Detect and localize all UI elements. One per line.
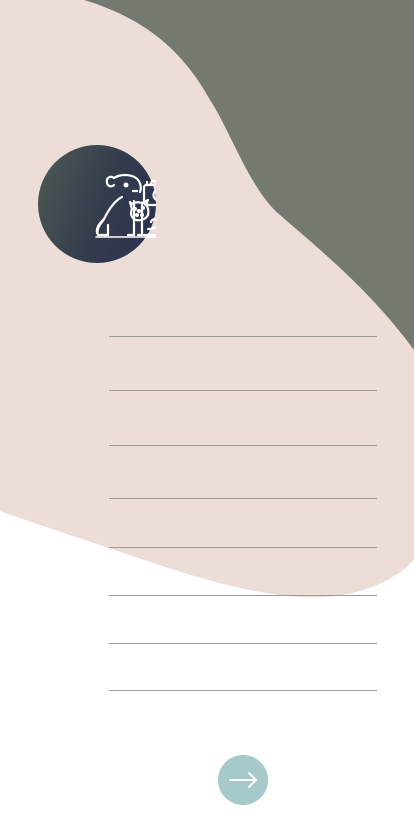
input-underline xyxy=(109,445,377,446)
form-field-8[interactable] xyxy=(109,651,377,691)
input-underline xyxy=(109,498,377,499)
next-button[interactable] xyxy=(218,755,268,805)
input-underline xyxy=(109,643,377,644)
arrow-right-icon xyxy=(229,772,257,788)
input-underline xyxy=(109,690,377,691)
text-input-4[interactable] xyxy=(109,469,377,499)
input-underline xyxy=(109,595,377,596)
input-underline xyxy=(109,390,377,391)
input-underline xyxy=(109,336,377,337)
registration-screen xyxy=(0,0,414,840)
text-input-3[interactable] xyxy=(109,416,377,446)
dog-cat-camera-icon xyxy=(95,173,156,238)
form-field-5[interactable] xyxy=(109,508,377,548)
form-field-7[interactable] xyxy=(109,604,377,644)
text-input-5[interactable] xyxy=(109,518,377,548)
text-input-2[interactable] xyxy=(109,361,377,391)
text-input-6[interactable] xyxy=(109,566,377,596)
text-input-8[interactable] xyxy=(109,661,377,691)
form-field-4[interactable] xyxy=(109,459,377,499)
app-logo xyxy=(38,145,156,263)
form-field-1[interactable] xyxy=(109,297,377,337)
text-input-1[interactable] xyxy=(109,307,377,337)
text-input-7[interactable] xyxy=(109,614,377,644)
form-field-2[interactable] xyxy=(109,351,377,391)
form-field-6[interactable] xyxy=(109,556,377,596)
form-field-3[interactable] xyxy=(109,406,377,446)
input-underline xyxy=(109,547,377,548)
